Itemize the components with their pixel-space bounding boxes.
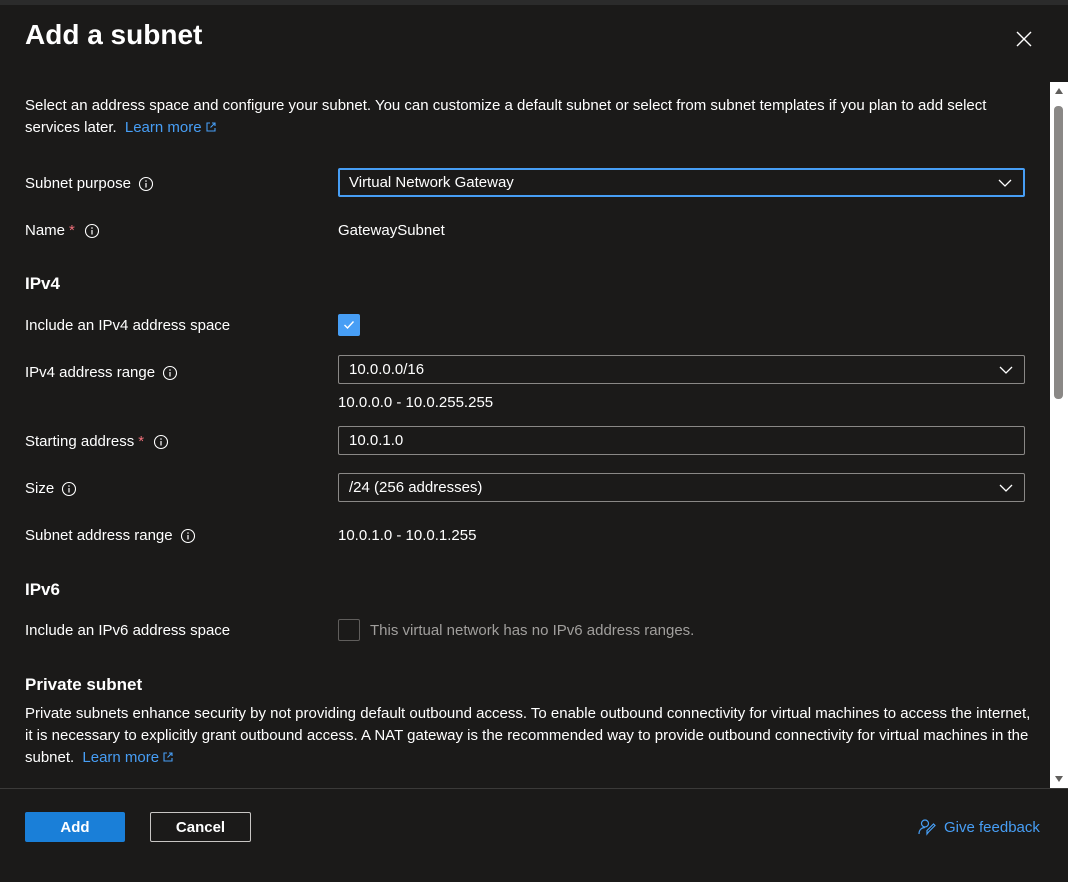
subnet-purpose-label-row: Subnet purpose: [25, 175, 154, 192]
private-subnet-learn-more-label: Learn more: [82, 749, 160, 766]
intro-learn-more-link[interactable]: Learn more: [125, 119, 217, 136]
starting-address-value: 10.0.1.0: [349, 432, 404, 449]
subnet-range-value: 10.0.1.0 - 10.0.1.255: [338, 527, 477, 544]
include-ipv4-label: Include an IPv4 address space: [25, 317, 231, 334]
include-ipv4-checkbox[interactable]: [338, 314, 360, 336]
panel-footer: Add Cancel Give feedback: [0, 788, 1068, 882]
size-label: Size: [25, 480, 55, 497]
subnet-purpose-select[interactable]: Virtual Network Gateway: [338, 168, 1025, 197]
size-value: /24 (256 addresses): [349, 479, 483, 496]
give-feedback-label: Give feedback: [944, 818, 1040, 836]
include-ipv6-label: Include an IPv6 address space: [25, 622, 231, 639]
ipv6-disabled-note: This virtual network has no IPv6 address…: [370, 622, 695, 639]
close-icon: [1016, 31, 1032, 47]
subnet-purpose-label: Subnet purpose: [25, 175, 131, 192]
name-label-row: Name *: [25, 222, 100, 239]
scroll-down-arrow-icon[interactable]: [1054, 774, 1064, 784]
size-select[interactable]: /24 (256 addresses): [338, 473, 1025, 502]
private-subnet-text: Private subnets enhance security by not …: [25, 705, 1031, 766]
scroll-up-arrow-icon[interactable]: [1054, 86, 1064, 96]
scrollbar-thumb[interactable]: [1054, 106, 1063, 399]
private-subnet-heading: Private subnet: [25, 675, 143, 694]
form-scroll-area[interactable]: Select an address space and configure yo…: [0, 82, 1050, 784]
starting-address-input[interactable]: 10.0.1.0: [338, 426, 1025, 455]
size-label-row: Size: [25, 480, 77, 497]
starting-address-label: Starting address: [25, 433, 135, 450]
chevron-down-icon: [999, 366, 1013, 374]
ipv4-range-label-row: IPv4 address range: [25, 364, 178, 381]
vertical-scrollbar[interactable]: [1050, 82, 1068, 788]
chevron-down-icon: [998, 179, 1012, 187]
intro-learn-more-label: Learn more: [124, 119, 202, 136]
name-label: Name: [25, 222, 66, 239]
info-icon[interactable]: [61, 481, 77, 497]
info-icon[interactable]: [180, 528, 196, 544]
ipv4-range-hint: 10.0.0.0 - 10.0.255.255: [338, 394, 494, 411]
info-icon[interactable]: [153, 434, 169, 450]
private-subnet-description: Private subnets enhance security by not …: [25, 703, 1035, 769]
subnet-purpose-value: Virtual Network Gateway: [349, 174, 514, 191]
subnet-range-label: Subnet address range: [25, 527, 173, 544]
external-link-icon: [163, 752, 173, 762]
give-feedback-link[interactable]: Give feedback: [916, 817, 1040, 837]
starting-address-label-row: Starting address *: [25, 433, 169, 450]
required-marker: *: [69, 222, 75, 239]
add-button[interactable]: Add: [25, 812, 125, 842]
feedback-icon: [918, 819, 936, 836]
include-ipv4-label-row: Include an IPv4 address space: [25, 317, 230, 334]
ipv6-heading: IPv6: [25, 580, 60, 599]
include-ipv6-label-row: Include an IPv6 address space: [25, 622, 230, 639]
ipv4-range-select[interactable]: 10.0.0.0/16: [338, 355, 1025, 384]
required-marker: *: [138, 433, 145, 450]
ipv4-range-label: IPv4 address range: [25, 364, 156, 381]
close-button[interactable]: [1012, 27, 1036, 51]
checkmark-icon: [344, 321, 355, 330]
private-subnet-learn-more-link[interactable]: Learn more: [82, 749, 174, 766]
info-icon[interactable]: [84, 223, 100, 239]
ipv4-heading: IPv4: [25, 274, 60, 293]
info-icon[interactable]: [162, 365, 178, 381]
info-icon[interactable]: [138, 176, 154, 192]
intro-paragraph: Select an address space and configure yo…: [25, 95, 1025, 139]
cancel-button[interactable]: Cancel: [150, 812, 251, 842]
subnet-range-label-row: Subnet address range: [25, 527, 196, 544]
chevron-down-icon: [999, 484, 1013, 492]
include-ipv6-checkbox: [338, 619, 360, 641]
panel-title: Add a subnet: [25, 19, 203, 50]
name-value: GatewaySubnet: [338, 222, 445, 239]
ipv4-range-value: 10.0.0.0/16: [349, 361, 425, 378]
external-link-icon: [206, 122, 216, 132]
